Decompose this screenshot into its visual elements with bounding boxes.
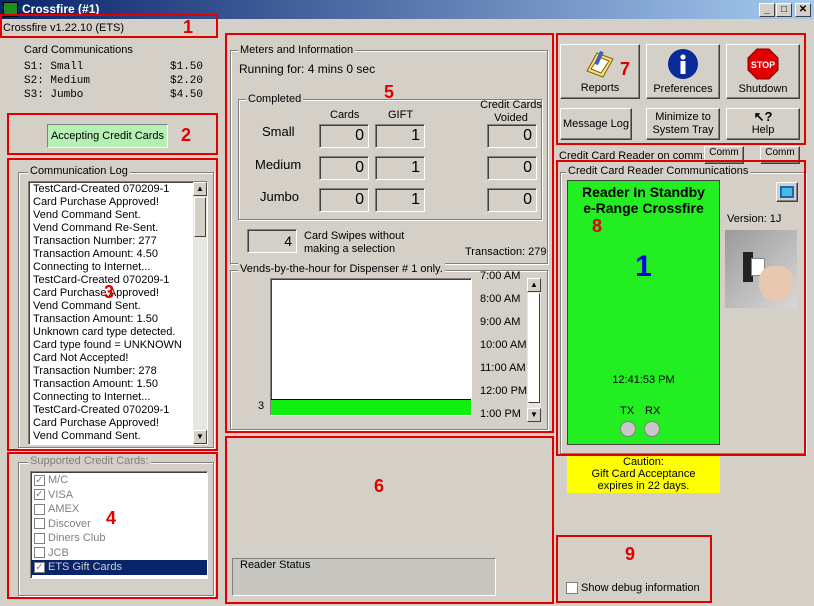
minimize-button[interactable]: _: [759, 3, 775, 17]
price-slot-1: S1: Small: [24, 61, 84, 73]
annotation-box-8: [556, 160, 806, 456]
annotation-number-5: 5: [384, 82, 395, 102]
caution-box: Caution: Gift Card Acceptance expires in…: [567, 455, 720, 493]
annotation-box-7: [556, 33, 806, 145]
annotation-number-3: 3: [104, 282, 115, 302]
annotation-number-8: 8: [592, 216, 603, 236]
price-value-3: $4.50: [170, 89, 204, 101]
annotation-number-2: 2: [181, 125, 192, 145]
caution-line-3: expires in 22 days.: [597, 480, 690, 492]
annotation-number-7: 7: [620, 59, 631, 79]
close-button[interactable]: ✕: [795, 3, 811, 17]
price-slot-2: S2: Medium: [24, 75, 91, 87]
price-value-1: $1.50: [170, 61, 204, 73]
annotation-number-6: 6: [374, 476, 385, 496]
annotation-box-6: [225, 436, 554, 604]
maximize-button[interactable]: □: [776, 3, 792, 17]
caution-line-1: Caution:: [623, 456, 664, 468]
price-slot-3: S3: Jumbo: [24, 89, 84, 101]
card-comms-label: Card Communications: [24, 44, 133, 56]
annotation-number-9: 9: [625, 544, 636, 564]
price-value-2: $2.20: [170, 75, 204, 87]
caution-line-2: Gift Card Acceptance: [591, 468, 696, 480]
annotation-box-3: [7, 158, 218, 451]
annotation-number-4: 4: [106, 508, 117, 528]
annotation-number-1: 1: [183, 17, 194, 37]
